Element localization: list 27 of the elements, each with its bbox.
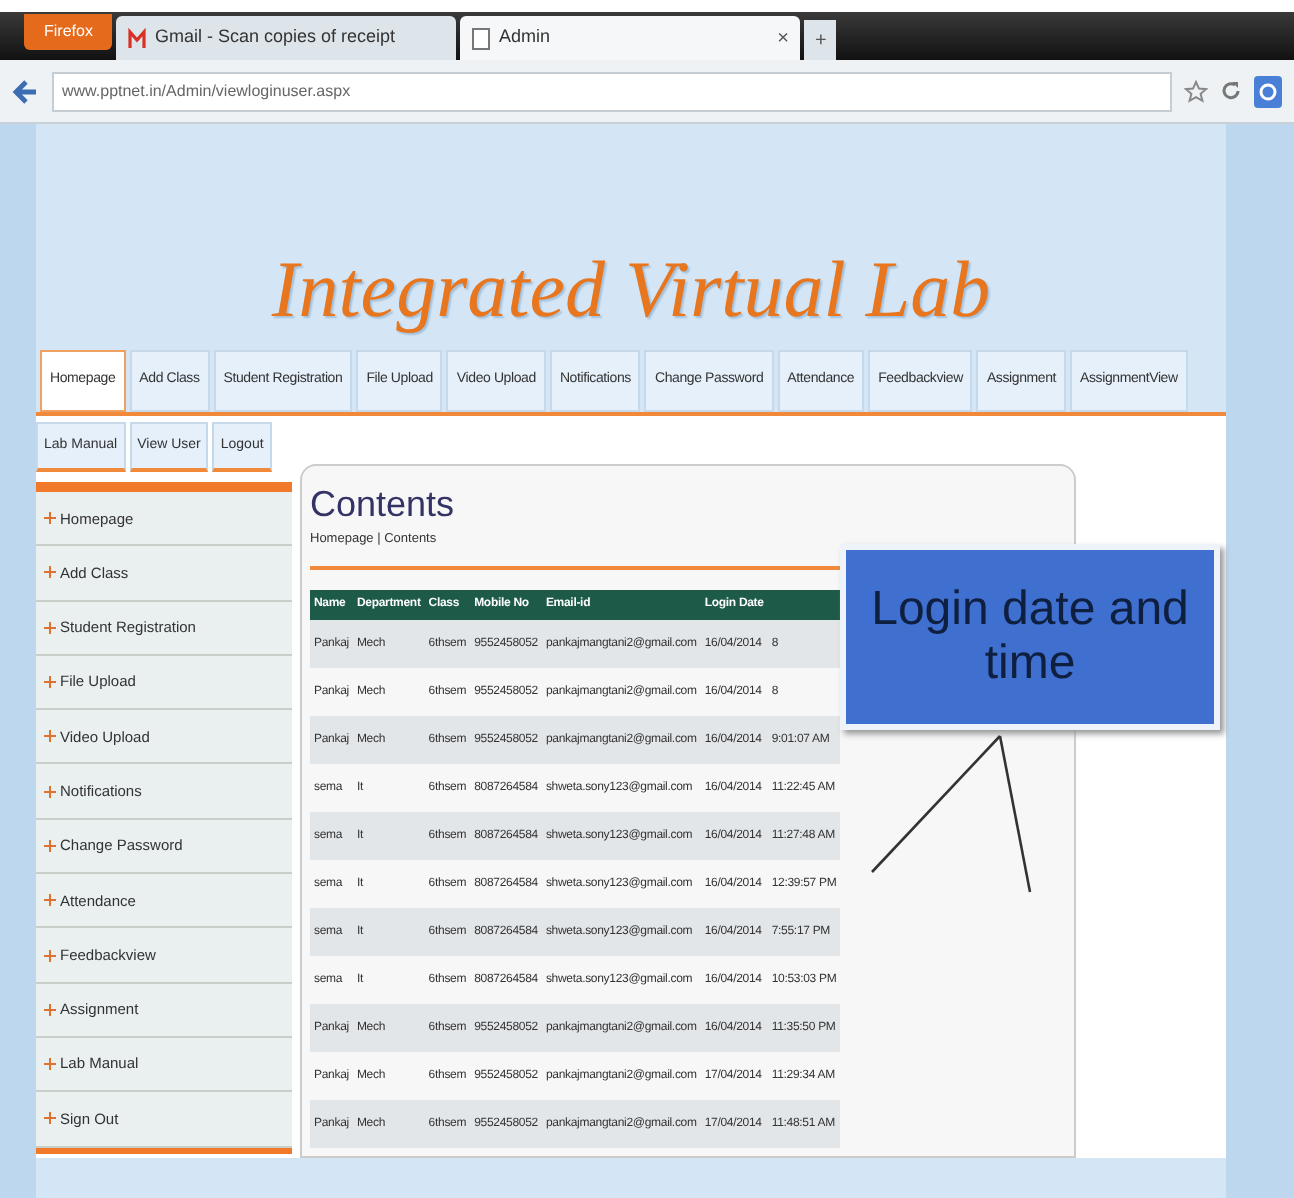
mail-icon <box>128 27 147 49</box>
content-heading: Contents <box>310 485 457 525</box>
bullet-icon <box>44 676 56 689</box>
reload-icon[interactable] <box>1220 80 1242 102</box>
address-field[interactable]: www.pptnet.in/Admin/viewloginuser.aspx <box>52 71 1172 111</box>
browser-tab[interactable]: Gmail - Scan copies of receipt <box>116 16 457 60</box>
star-icon[interactable] <box>1184 79 1208 103</box>
bullet-icon <box>44 1112 56 1125</box>
site-title: Integrated Virtual Lab <box>269 242 993 338</box>
bullet-icon <box>44 566 56 579</box>
page-icon <box>472 27 491 49</box>
bullet-icon <box>44 512 56 525</box>
search-engine-icon[interactable] <box>1254 75 1282 107</box>
bullet-icon <box>44 894 56 907</box>
callout-box: Login date and time <box>840 544 1220 730</box>
column-header <box>767 590 841 621</box>
back-icon[interactable] <box>12 77 40 105</box>
bullet-icon <box>44 1058 56 1071</box>
bullet-icon <box>44 839 56 852</box>
bullet-icon <box>44 785 56 798</box>
close-tab-button[interactable]: × <box>777 23 789 53</box>
bullet-icon <box>44 949 56 962</box>
bullet-icon <box>44 1003 56 1016</box>
browser-tab[interactable]: Admin × <box>460 16 801 60</box>
bullet-icon <box>44 621 56 634</box>
new-tab-button[interactable]: + <box>804 20 837 60</box>
bullet-icon <box>44 730 56 743</box>
